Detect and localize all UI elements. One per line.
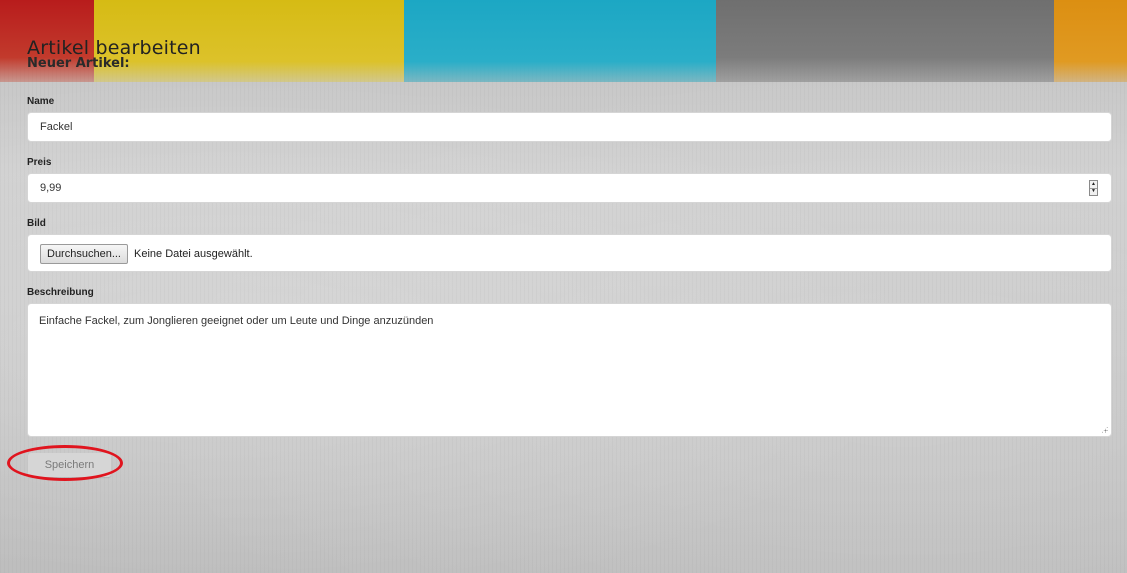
name-input[interactable]: Fackel [27, 112, 1112, 142]
description-value: Einfache Fackel, zum Jonglieren geeignet… [39, 315, 434, 327]
edit-form-container: Artikel bearbeiten Neuer Artikel: [27, 36, 1112, 71]
price-group: Preis 9,99 ▲ ▼ [27, 157, 1112, 203]
file-status-text: Keine Datei ausgewählt. [134, 248, 253, 260]
price-input[interactable]: 9,99 ▲ ▼ [27, 173, 1112, 203]
name-label: Name [27, 96, 55, 107]
save-button[interactable]: Speichern [28, 453, 111, 477]
description-textarea[interactable]: Einfache Fackel, zum Jonglieren geeignet… [27, 303, 1112, 437]
price-spinner[interactable]: ▲ ▼ [1089, 180, 1098, 196]
image-file-input: Durchsuchen... Keine Datei ausgewählt. [27, 234, 1112, 272]
description-group: Beschreibung Einfache Fackel, zum Jongli… [27, 287, 1112, 437]
price-label: Preis [27, 157, 52, 168]
browse-button[interactable]: Durchsuchen... [40, 244, 128, 264]
name-group: Name Fackel [27, 96, 1112, 142]
image-label: Bild [27, 218, 46, 229]
image-group: Bild Durchsuchen... Keine Datei ausgewäh… [27, 218, 1112, 272]
resize-handle-icon[interactable] [1101, 426, 1108, 433]
description-label: Beschreibung [27, 287, 94, 298]
price-input-value: 9,99 [40, 182, 62, 194]
spinner-down-icon[interactable]: ▼ [1090, 187, 1097, 196]
name-input-value: Fackel [40, 121, 73, 133]
